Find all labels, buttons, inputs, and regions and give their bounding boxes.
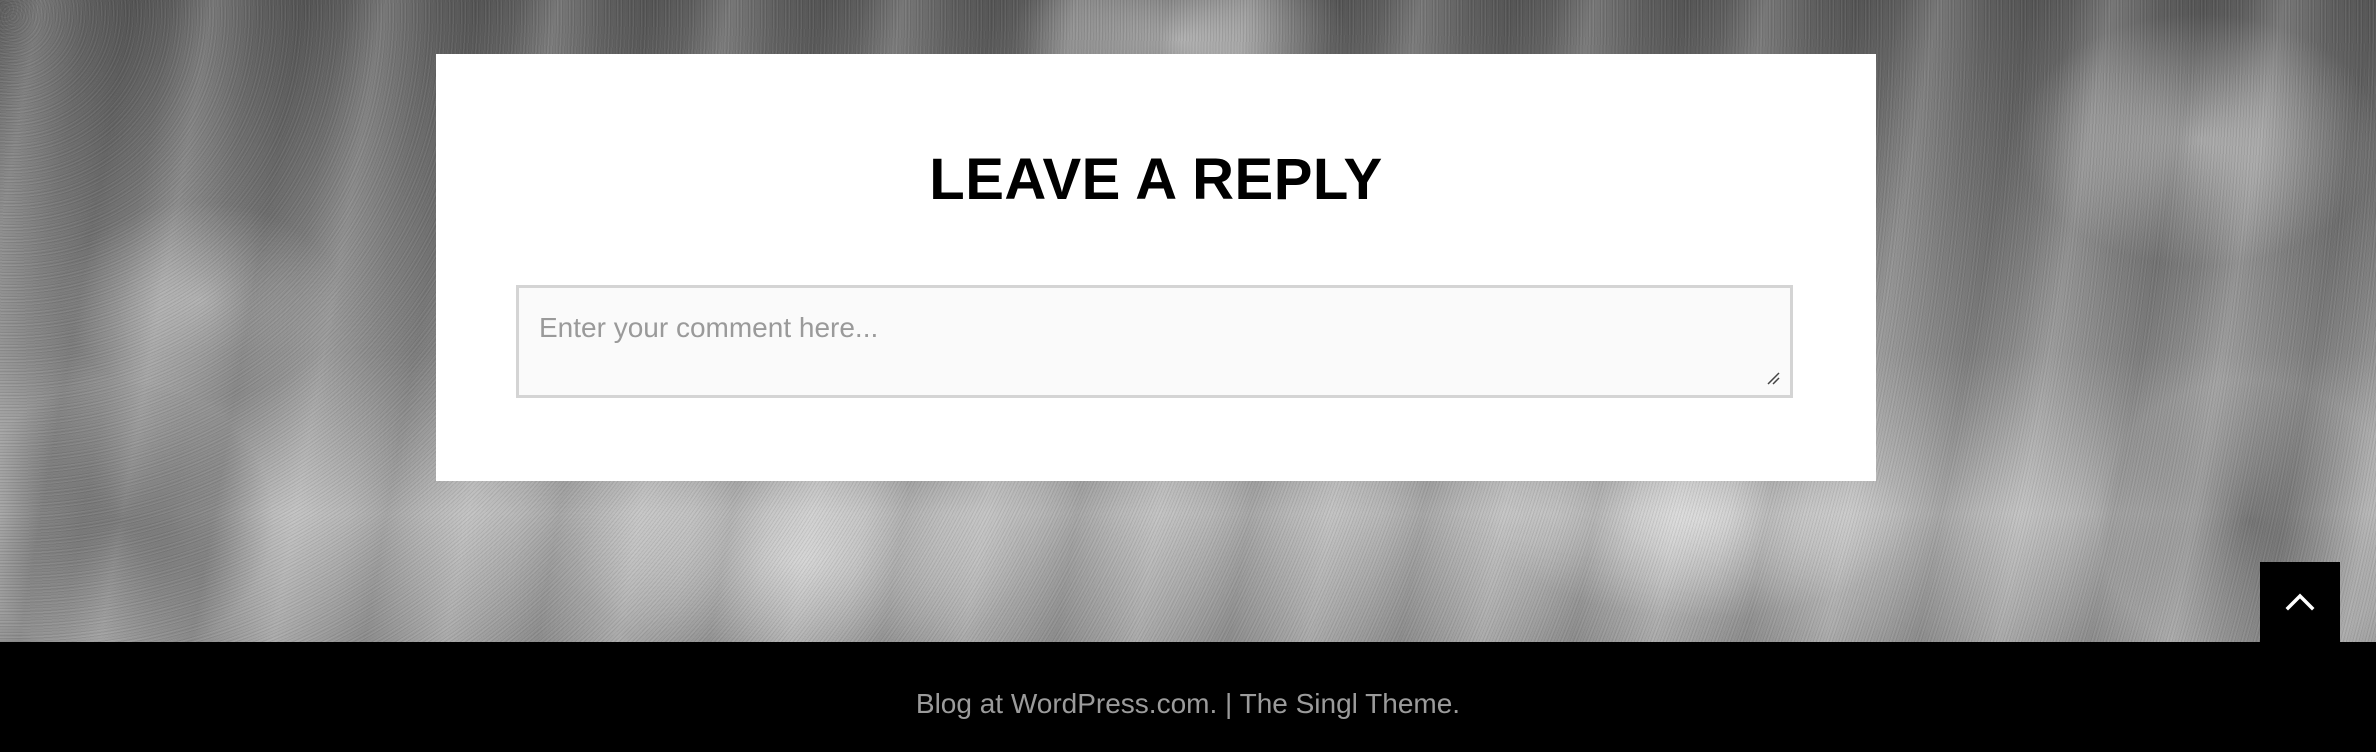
wordpress-link[interactable]: Blog at WordPress.com.: [916, 688, 1217, 719]
back-to-top-button[interactable]: [2260, 562, 2340, 642]
footer-separator: |: [1217, 688, 1240, 719]
comment-form-card: LEAVE A REPLY: [436, 54, 1876, 481]
theme-link[interactable]: The Singl Theme.: [1240, 688, 1461, 719]
resize-grip-icon[interactable]: [1766, 371, 1780, 385]
comment-field[interactable]: [516, 285, 1793, 398]
footer-credits: Blog at WordPress.com. | The Singl Theme…: [0, 688, 2376, 720]
site-footer: Blog at WordPress.com. | The Singl Theme…: [0, 642, 2376, 752]
reply-heading: LEAVE A REPLY: [929, 147, 1383, 212]
chevron-up-icon: [2285, 593, 2315, 611]
comment-textarea[interactable]: [519, 288, 1790, 395]
